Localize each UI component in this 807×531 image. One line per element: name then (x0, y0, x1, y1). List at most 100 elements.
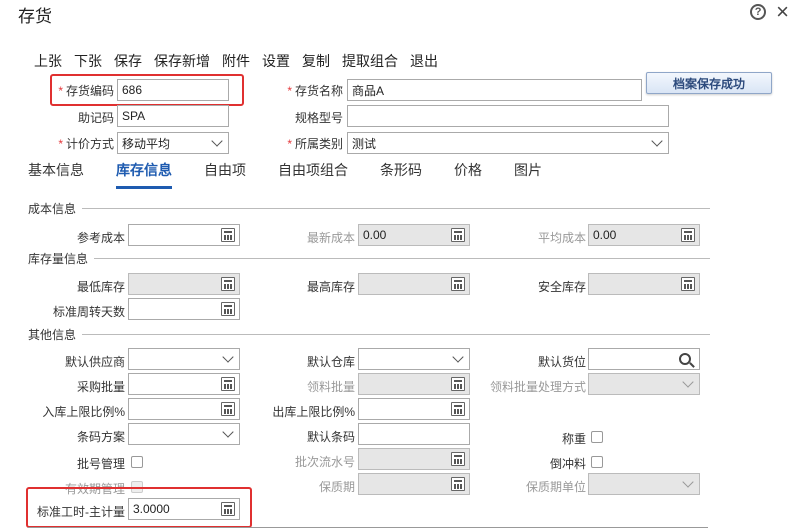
calculator-icon[interactable] (221, 228, 235, 242)
in-upper-pct-label: 入库上限比例% (42, 405, 125, 419)
shelf-life-unit-select (588, 473, 700, 495)
calculator-icon (451, 477, 465, 491)
avg-cost-label: 平均成本 (537, 231, 586, 245)
ref-cost-input[interactable] (128, 224, 240, 246)
max-stock-label: 最高库存 (306, 280, 355, 294)
calculator-icon (451, 228, 465, 242)
toolbar: 上张 下张 保存 保存新增 附件 设置 复制 提取组合 退出 (34, 51, 438, 71)
min-stock-input[interactable] (128, 273, 240, 295)
save-button[interactable]: 保存 (114, 51, 142, 71)
code-input[interactable]: 686 (117, 79, 229, 101)
calculator-icon[interactable] (221, 502, 235, 516)
backflush-label: 倒冲料 (549, 457, 586, 471)
mnemonic-label: 助记码 (77, 111, 114, 125)
pick-batch-method-label: 领料批量处理方式 (489, 380, 586, 394)
section-divider (82, 334, 710, 335)
pick-batch-method-select (588, 373, 700, 395)
tab-barcode[interactable]: 条形码 (380, 160, 422, 189)
tab-price[interactable]: 价格 (454, 160, 482, 189)
calculator-icon[interactable] (451, 402, 465, 416)
chevron-down-icon (222, 426, 234, 438)
out-upper-pct-input[interactable] (358, 398, 470, 420)
next-button[interactable]: 下张 (74, 51, 102, 71)
calculator-icon[interactable] (451, 277, 465, 291)
exit-button[interactable]: 退出 (410, 51, 438, 71)
default-location-input[interactable] (588, 348, 700, 370)
min-stock-label: 最低库存 (76, 280, 125, 294)
tab-basic-info[interactable]: 基本信息 (28, 160, 84, 189)
safe-stock-label: 安全库存 (537, 280, 586, 294)
default-supplier-select[interactable] (128, 348, 240, 370)
default-barcode-input[interactable] (358, 423, 470, 445)
tab-stock-info[interactable]: 库存信息 (116, 160, 172, 189)
spec-input[interactable] (347, 105, 669, 127)
default-warehouse-select[interactable] (358, 348, 470, 370)
bottom-divider (28, 527, 708, 528)
batch-serial-input (358, 448, 470, 470)
purchase-batch-label: 采购批量 (76, 380, 125, 394)
name-input[interactable]: 商品A (347, 79, 642, 101)
pricing-label: * 计价方式 (58, 137, 114, 151)
safe-stock-input[interactable] (588, 273, 700, 295)
in-upper-pct-input[interactable] (128, 398, 240, 420)
code-label: * 存货编码 (58, 84, 114, 98)
tab-free-item-combo[interactable]: 自由项组合 (278, 160, 348, 189)
copy-button[interactable]: 复制 (302, 51, 330, 71)
pick-batch-label: 领料批量 (306, 380, 355, 394)
title-tools: ? × (750, 1, 789, 23)
chevron-down-icon (651, 135, 663, 147)
default-barcode-label: 默认条码 (306, 430, 355, 444)
settings-button[interactable]: 设置 (262, 51, 290, 71)
pricing-select[interactable]: 移动平均 (117, 132, 229, 154)
calculator-icon[interactable] (681, 277, 695, 291)
avg-cost-input: 0.00 (588, 224, 700, 246)
weighing-label: 称重 (561, 432, 586, 446)
turnover-days-label: 标准周转天数 (52, 305, 125, 319)
std-hours-label: 标准工时-主计量 (37, 505, 125, 519)
window-title: 存货 (18, 7, 52, 26)
section-divider (82, 208, 710, 209)
batch-mgmt-checkbox[interactable] (131, 456, 143, 468)
tab-bar: 基本信息 库存信息 自由项 自由项组合 条形码 价格 图片 (28, 160, 574, 189)
calculator-icon[interactable] (221, 402, 235, 416)
tab-free-items[interactable]: 自由项 (204, 160, 246, 189)
barcode-scheme-label: 条码方案 (76, 430, 125, 444)
calculator-icon[interactable] (221, 277, 235, 291)
shelf-life-input (358, 473, 470, 495)
section-cost-title: 成本信息 (28, 202, 77, 216)
attachment-button[interactable]: 附件 (222, 51, 250, 71)
weighing-checkbox[interactable] (591, 431, 603, 443)
latest-cost-label: 最新成本 (306, 231, 355, 245)
help-icon[interactable]: ? (750, 4, 767, 20)
latest-cost-input: 0.00 (358, 224, 470, 246)
default-location-label: 默认货位 (537, 355, 586, 369)
chevron-down-icon (682, 376, 694, 388)
turnover-days-input[interactable] (128, 298, 240, 320)
close-icon[interactable]: × (776, 1, 789, 23)
shelf-life-label: 保质期 (318, 480, 355, 494)
section-divider (94, 258, 710, 259)
save-new-button[interactable]: 保存新增 (154, 51, 210, 71)
purchase-batch-input[interactable] (128, 373, 240, 395)
search-icon[interactable] (679, 353, 691, 365)
max-stock-input[interactable] (358, 273, 470, 295)
std-hours-input[interactable]: 3.0000 (128, 498, 240, 520)
pick-batch-input (358, 373, 470, 395)
calculator-icon[interactable] (221, 302, 235, 316)
backflush-checkbox[interactable] (591, 456, 603, 468)
chevron-down-icon (211, 135, 223, 147)
barcode-scheme-select[interactable] (128, 423, 240, 445)
calculator-icon[interactable] (221, 377, 235, 391)
prev-button[interactable]: 上张 (34, 51, 62, 71)
calculator-icon (451, 452, 465, 466)
default-supplier-label: 默认供应商 (64, 355, 125, 369)
mnemonic-input[interactable]: SPA (117, 105, 229, 127)
calculator-icon (451, 377, 465, 391)
tab-image[interactable]: 图片 (514, 160, 542, 189)
category-select[interactable]: 测试 (347, 132, 669, 154)
extract-combo-button[interactable]: 提取组合 (342, 51, 398, 71)
shelf-life-unit-label: 保质期单位 (525, 480, 586, 494)
chevron-down-icon (222, 351, 234, 363)
name-label: * 存货名称 (287, 84, 343, 98)
chevron-down-icon (682, 476, 694, 488)
